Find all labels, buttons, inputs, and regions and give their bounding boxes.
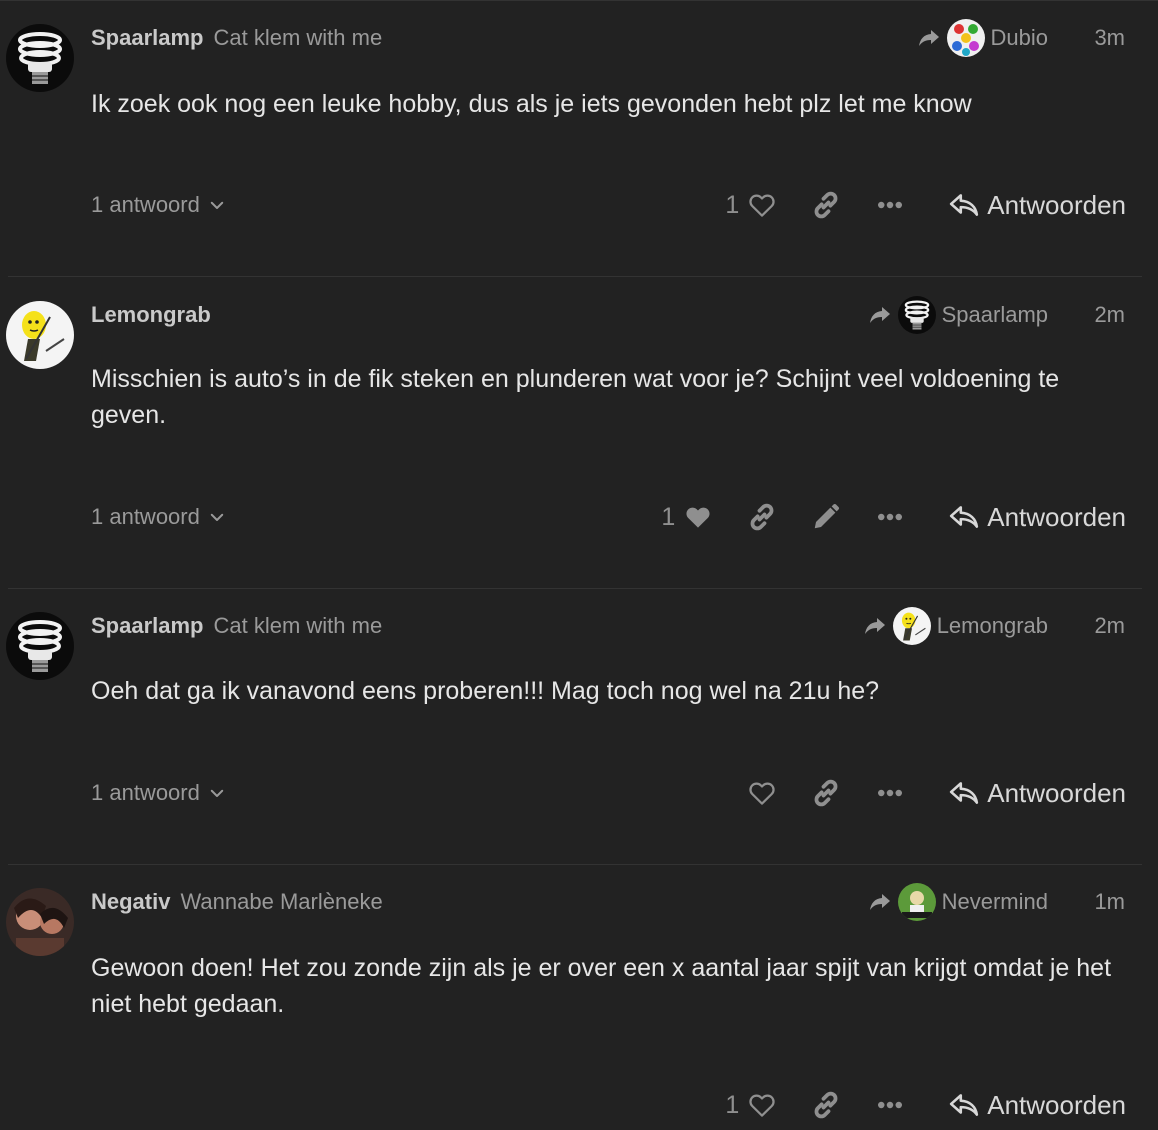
reply-arrow-icon (949, 780, 979, 806)
post-time[interactable]: 3m (1094, 18, 1125, 58)
reply-button[interactable]: Antwoorden (949, 502, 1126, 533)
replies-toggle[interactable]: 1 antwoord (91, 773, 226, 813)
reply-arrow-icon (949, 192, 979, 218)
reply-button-label: Antwoorden (987, 189, 1126, 220)
post-action-buttons: 1 Antwoorden (661, 497, 1126, 537)
replies-count-label: 1 antwoord (91, 504, 200, 529)
user-avatar[interactable] (6, 612, 74, 680)
reply-to-username: Nevermind (941, 889, 1048, 914)
post: Negativ Wannabe Marlèneke Nevermind 1m Ge… (0, 882, 1158, 1130)
reply-to-link[interactable]: Dubio (917, 18, 1048, 58)
like-count: 1 (661, 502, 676, 531)
post: Spaarlamp Cat klem with me Lemongrab 2m O… (0, 606, 1158, 864)
reply-to-username: Dubio (990, 25, 1048, 50)
username[interactable]: Spaarlamp (91, 25, 204, 50)
post-divider (8, 276, 1142, 277)
replies-count-label: 1 antwoord (91, 780, 200, 805)
like-heart-icon[interactable] (747, 190, 777, 220)
user-title: Wannabe Marlèneke (180, 889, 383, 914)
share-arrow-icon (863, 614, 887, 638)
post-action-buttons: 1 Antwoorden (725, 1085, 1126, 1125)
user-avatar[interactable] (6, 888, 74, 956)
like-heart-icon[interactable] (747, 1090, 777, 1120)
post-action-buttons: Antwoorden (747, 773, 1126, 813)
chevron-down-icon (208, 508, 226, 526)
username[interactable]: Negativ (91, 889, 170, 914)
post-body: Misschien is auto’s in de fik steken en … (91, 365, 1060, 429)
reply-button[interactable]: Antwoorden (949, 190, 1126, 221)
copy-link-icon[interactable] (811, 1090, 841, 1120)
user-avatar[interactable] (6, 301, 74, 369)
post-body: Oeh dat ga ik vanavond eens proberen!!! … (91, 677, 880, 705)
share-arrow-icon (868, 890, 892, 914)
edit-pencil-icon[interactable] (811, 502, 841, 532)
post-actions: 1 Antwoorden (91, 1085, 1126, 1125)
like-heart-icon[interactable] (683, 502, 713, 532)
more-options-icon[interactable] (875, 1090, 905, 1120)
post-action-buttons: 1 Antwoorden (725, 185, 1126, 225)
like-count: 1 (725, 190, 740, 219)
post-meta: Spaarlamp Cat klem with me (91, 18, 382, 58)
username[interactable]: Lemongrab (91, 302, 211, 327)
share-arrow-icon (868, 303, 892, 327)
share-arrow-icon (917, 26, 941, 50)
user-title: Cat klem with me (213, 613, 383, 638)
reply-button-label: Antwoorden (987, 1089, 1126, 1120)
like-count: 1 (725, 1090, 740, 1119)
post-time[interactable]: 2m (1094, 295, 1125, 335)
chevron-down-icon (208, 196, 226, 214)
reply-to-avatar (898, 296, 936, 334)
more-options-icon[interactable] (875, 190, 905, 220)
post: Lemongrab Spaarlamp 2m Misschien is auto… (0, 295, 1158, 588)
reply-to-link[interactable]: Lemongrab (863, 606, 1048, 646)
reply-to-link[interactable]: Nevermind (868, 882, 1048, 922)
reply-to-link[interactable]: Spaarlamp (868, 295, 1048, 335)
post-divider (8, 864, 1142, 865)
reply-to-username: Lemongrab (936, 613, 1048, 638)
post-meta: Negativ Wannabe Marlèneke (91, 882, 383, 922)
post-actions: 1 antwoord 1 Antwoorden (91, 185, 1126, 225)
post-time[interactable]: 2m (1094, 606, 1125, 646)
more-options-icon[interactable] (875, 778, 905, 808)
reply-button[interactable]: Antwoorden (949, 778, 1126, 809)
reply-arrow-icon (949, 1092, 979, 1118)
copy-link-icon[interactable] (811, 778, 841, 808)
post: Spaarlamp Cat klem with me Dubio 3m Ik zo… (0, 18, 1158, 276)
reply-button-label: Antwoorden (987, 777, 1126, 808)
reply-button-label: Antwoorden (987, 501, 1126, 532)
post-divider (8, 588, 1142, 589)
copy-link-icon[interactable] (747, 502, 777, 532)
post-meta: Spaarlamp Cat klem with me (91, 606, 382, 646)
post-meta: Lemongrab (91, 295, 211, 335)
reply-to-username: Spaarlamp (941, 302, 1048, 327)
username[interactable]: Spaarlamp (91, 613, 204, 638)
user-avatar[interactable] (6, 24, 74, 92)
post-actions: 1 antwoord Antwoorden (91, 773, 1126, 813)
replies-toggle[interactable]: 1 antwoord (91, 185, 226, 225)
reply-to-avatar (898, 883, 936, 921)
post-body: Ik zoek ook nog een leuke hobby, dus als… (91, 90, 972, 118)
reply-to-avatar (947, 19, 985, 57)
reply-button[interactable]: Antwoorden (949, 1090, 1126, 1121)
like-heart-icon[interactable] (747, 778, 777, 808)
more-options-icon[interactable] (875, 502, 905, 532)
user-title: Cat klem with me (213, 25, 383, 50)
post-actions: 1 antwoord 1 Antwoorden (91, 497, 1126, 537)
reply-to-avatar (893, 607, 931, 645)
copy-link-icon[interactable] (811, 190, 841, 220)
reply-arrow-icon (949, 504, 979, 530)
top-divider (0, 0, 1158, 1)
replies-count-label: 1 antwoord (91, 192, 200, 217)
post-time[interactable]: 1m (1094, 882, 1125, 922)
replies-toggle[interactable]: 1 antwoord (91, 497, 226, 537)
post-body: Gewoon doen! Het zou zonde zijn als je e… (91, 954, 1112, 1018)
chevron-down-icon (208, 784, 226, 802)
